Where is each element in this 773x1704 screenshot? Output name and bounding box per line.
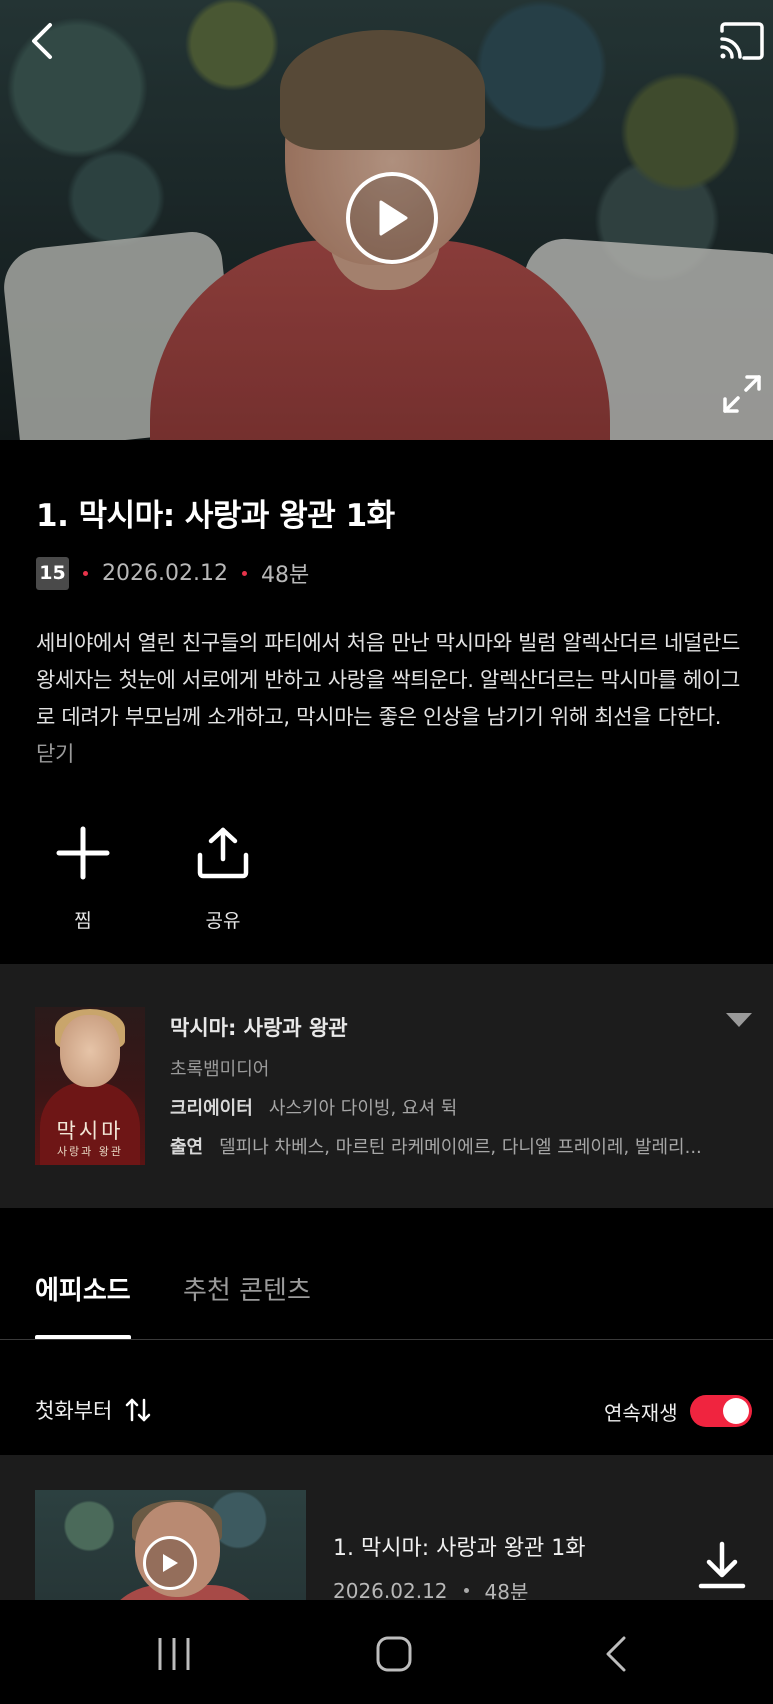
back-button[interactable] bbox=[20, 18, 66, 64]
tab-episodes[interactable]: 에피소드 bbox=[35, 1270, 131, 1307]
system-back-button[interactable] bbox=[588, 1626, 644, 1682]
recent-apps-button[interactable] bbox=[146, 1626, 202, 1682]
episode-play-button[interactable] bbox=[143, 1536, 197, 1590]
episode-item-title: 1. 막시마: 사랑과 왕관 1화 bbox=[333, 1536, 586, 1561]
share-icon bbox=[197, 827, 249, 879]
sort-button[interactable]: 첫화부터 bbox=[35, 1395, 152, 1425]
poster-title: 막시마 bbox=[56, 1119, 124, 1143]
episode-item-date: 2026.02.12 bbox=[333, 1578, 448, 1603]
cast-value: 델피나 차베스, 마르틴 라케메이에르, 다니엘 프레이레, 발레리... bbox=[219, 1137, 702, 1158]
toggle-knob bbox=[723, 1398, 749, 1424]
chevron-down-icon[interactable] bbox=[726, 1013, 752, 1029]
share-label: 공유 bbox=[205, 910, 241, 932]
play-button[interactable] bbox=[346, 172, 438, 264]
cast-icon bbox=[720, 22, 764, 60]
age-rating-badge: 15 bbox=[36, 556, 69, 590]
fullscreen-button[interactable] bbox=[718, 370, 766, 418]
want-label: 찜 bbox=[74, 910, 92, 932]
series-creator-row: 크리에이터 사스키아 다이빙, 요셔 뒥 bbox=[170, 1094, 457, 1120]
tab-divider bbox=[0, 1339, 773, 1340]
release-date: 2026.02.12 bbox=[102, 560, 228, 586]
system-navigation-bar bbox=[0, 1600, 773, 1704]
creator-key: 크리에이터 bbox=[170, 1098, 253, 1119]
play-icon bbox=[163, 1554, 178, 1572]
sort-label: 첫화부터 bbox=[35, 1399, 113, 1423]
series-title: 막시마: 사랑과 왕관 bbox=[170, 1016, 348, 1040]
plus-icon bbox=[56, 826, 110, 880]
video-player[interactable] bbox=[0, 0, 773, 440]
share-button[interactable]: 공유 bbox=[178, 818, 268, 933]
creator-value: 사스키아 다이빙, 요셔 뒥 bbox=[268, 1098, 458, 1119]
download-icon[interactable] bbox=[696, 1540, 748, 1592]
episode-meta: 15 2026.02.12 48분 bbox=[36, 556, 309, 590]
home-icon bbox=[376, 1636, 412, 1672]
episode-description: 세비야에서 열린 친구들의 파티에서 처음 만난 막시마와 빌럼 알렉산더르 네… bbox=[36, 625, 746, 773]
sort-icon bbox=[126, 1398, 151, 1422]
separator-dot bbox=[463, 1588, 469, 1593]
recents-icon bbox=[158, 1638, 190, 1670]
episode-title: 1. 막시마: 사랑과 왕관 1화 bbox=[36, 498, 395, 534]
series-cast-row: 출연 델피나 차베스, 마르틴 라케메이에르, 다니엘 프레이레, 발레리... bbox=[170, 1133, 702, 1159]
autoplay-label: 연속재생 bbox=[604, 1401, 678, 1425]
description-close-link[interactable]: 닫기 bbox=[36, 742, 74, 766]
episode-thumbnail[interactable] bbox=[35, 1490, 306, 1600]
expand-icon bbox=[723, 375, 761, 413]
separator-dot bbox=[83, 570, 88, 576]
poster-subtitle: 사랑과 왕관 bbox=[56, 1145, 124, 1158]
home-button[interactable] bbox=[366, 1626, 422, 1682]
tab-recommended[interactable]: 추천 콘텐츠 bbox=[183, 1270, 311, 1307]
cast-button[interactable] bbox=[716, 18, 768, 64]
series-poster: 막시마 사랑과 왕관 bbox=[35, 1007, 145, 1165]
autoplay-toggle[interactable] bbox=[690, 1395, 752, 1427]
separator-dot bbox=[241, 570, 247, 576]
cast-key: 출연 bbox=[170, 1137, 204, 1158]
want-button[interactable]: 찜 bbox=[38, 818, 128, 933]
chevron-left-icon bbox=[32, 23, 52, 59]
series-studio: 초록뱀미디어 bbox=[170, 1059, 270, 1080]
series-info-card[interactable]: 막시마 사랑과 왕관 bbox=[0, 964, 773, 1208]
duration: 48분 bbox=[260, 563, 310, 588]
back-icon bbox=[606, 1636, 626, 1672]
play-icon bbox=[379, 200, 408, 236]
description-text: 세비야에서 열린 친구들의 파티에서 처음 만난 막시마와 빌럼 알렉산더르 네… bbox=[36, 631, 741, 729]
